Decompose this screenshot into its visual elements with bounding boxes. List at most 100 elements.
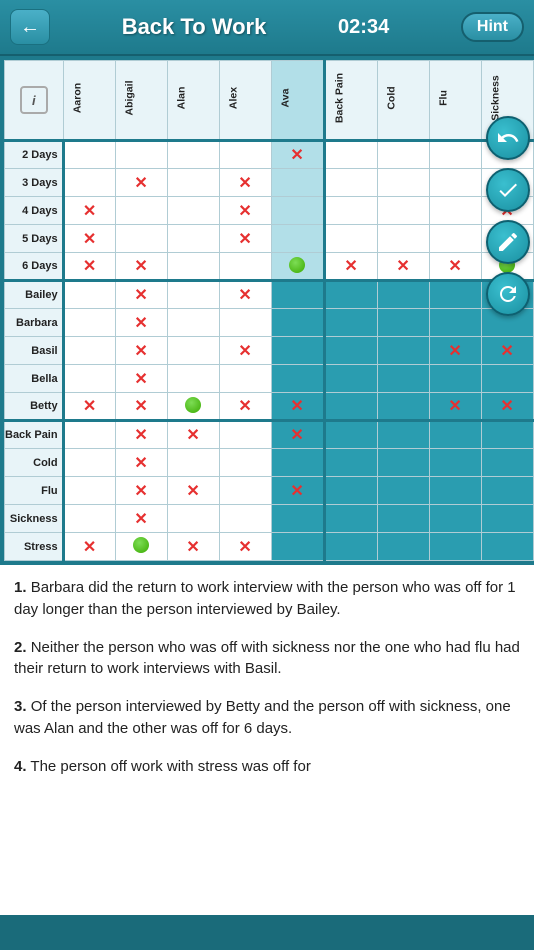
refresh-button[interactable] xyxy=(486,272,530,316)
cell-barbara-backpain[interactable] xyxy=(324,309,377,337)
cell-3days-alex[interactable]: ✕ xyxy=(219,169,271,197)
cell-bella-sickness[interactable] xyxy=(481,365,533,393)
cell-basil-aaron[interactable] xyxy=(63,337,115,365)
cell-bella-alex[interactable] xyxy=(219,365,271,393)
cell-bella-abigail[interactable]: ✕ xyxy=(115,365,167,393)
cell-6days-aaron[interactable]: ✕ xyxy=(63,253,115,281)
cell-bailey-flu[interactable] xyxy=(429,281,481,309)
cell-sickness-ava[interactable] xyxy=(271,505,324,533)
cell-flu-alex[interactable] xyxy=(219,477,271,505)
cell-3days-cold[interactable] xyxy=(377,169,429,197)
cell-4days-alex[interactable]: ✕ xyxy=(219,197,271,225)
cell-2days-alan[interactable] xyxy=(167,141,219,169)
cell-stress-backpain[interactable] xyxy=(324,533,377,561)
cell-bailey-cold[interactable] xyxy=(377,281,429,309)
cell-stress-abigail[interactable] xyxy=(115,533,167,561)
cell-cold-ava[interactable] xyxy=(271,449,324,477)
cell-betty-sickness[interactable]: ✕ xyxy=(481,393,533,421)
cell-backpain-cold[interactable] xyxy=(377,421,429,449)
cell-5days-cold[interactable] xyxy=(377,225,429,253)
cell-bailey-ava[interactable] xyxy=(271,281,324,309)
cell-basil-abigail[interactable]: ✕ xyxy=(115,337,167,365)
cell-5days-alan[interactable] xyxy=(167,225,219,253)
cell-5days-abigail[interactable] xyxy=(115,225,167,253)
cell-flu-sickness[interactable] xyxy=(481,477,533,505)
cell-bella-flu[interactable] xyxy=(429,365,481,393)
cell-5days-backpain[interactable] xyxy=(324,225,377,253)
cell-4days-aaron[interactable]: ✕ xyxy=(63,197,115,225)
cell-barbara-alan[interactable] xyxy=(167,309,219,337)
cell-basil-ava[interactable] xyxy=(271,337,324,365)
cell-cold-alex[interactable] xyxy=(219,449,271,477)
cell-backpain-abigail[interactable]: ✕ xyxy=(115,421,167,449)
cell-5days-alex[interactable]: ✕ xyxy=(219,225,271,253)
cell-sickness-alan[interactable] xyxy=(167,505,219,533)
cell-cold-aaron[interactable] xyxy=(63,449,115,477)
cell-barbara-ava[interactable] xyxy=(271,309,324,337)
cell-betty-ava[interactable]: ✕ xyxy=(271,393,324,421)
cell-6days-flu[interactable]: ✕ xyxy=(429,253,481,281)
cell-sickness-cold[interactable] xyxy=(377,505,429,533)
cell-5days-aaron[interactable]: ✕ xyxy=(63,225,115,253)
cell-4days-backpain[interactable] xyxy=(324,197,377,225)
cell-cold-cold[interactable] xyxy=(377,449,429,477)
cell-barbara-cold[interactable] xyxy=(377,309,429,337)
cell-6days-abigail[interactable]: ✕ xyxy=(115,253,167,281)
cell-2days-abigail[interactable] xyxy=(115,141,167,169)
cell-3days-abigail[interactable]: ✕ xyxy=(115,169,167,197)
cell-6days-alex[interactable] xyxy=(219,253,271,281)
cell-backpain-alan[interactable]: ✕ xyxy=(167,421,219,449)
cell-2days-alex[interactable] xyxy=(219,141,271,169)
cell-flu-aaron[interactable] xyxy=(63,477,115,505)
cell-basil-alex[interactable]: ✕ xyxy=(219,337,271,365)
undo-button[interactable] xyxy=(486,116,530,160)
cell-bailey-aaron[interactable] xyxy=(63,281,115,309)
cell-bailey-alan[interactable] xyxy=(167,281,219,309)
cell-bailey-backpain[interactable] xyxy=(324,281,377,309)
cell-basil-flu[interactable]: ✕ xyxy=(429,337,481,365)
cell-backpain-aaron[interactable] xyxy=(63,421,115,449)
cell-stress-alex[interactable]: ✕ xyxy=(219,533,271,561)
cell-2days-flu[interactable] xyxy=(429,141,481,169)
cell-barbara-abigail[interactable]: ✕ xyxy=(115,309,167,337)
cell-2days-backpain[interactable] xyxy=(324,141,377,169)
cell-flu-alan[interactable]: ✕ xyxy=(167,477,219,505)
cell-basil-backpain[interactable] xyxy=(324,337,377,365)
cell-bailey-alex[interactable]: ✕ xyxy=(219,281,271,309)
cell-2days-aaron[interactable] xyxy=(63,141,115,169)
cell-flu-cold[interactable] xyxy=(377,477,429,505)
back-button[interactable]: ← xyxy=(10,9,50,45)
cell-cold-alan[interactable] xyxy=(167,449,219,477)
hint-button[interactable]: Hint xyxy=(461,12,524,42)
cell-4days-flu[interactable] xyxy=(429,197,481,225)
cell-basil-sickness[interactable]: ✕ xyxy=(481,337,533,365)
cell-2days-cold[interactable] xyxy=(377,141,429,169)
cell-3days-backpain[interactable] xyxy=(324,169,377,197)
cell-4days-alan[interactable] xyxy=(167,197,219,225)
cell-betty-flu[interactable]: ✕ xyxy=(429,393,481,421)
cell-flu-abigail[interactable]: ✕ xyxy=(115,477,167,505)
cell-stress-ava[interactable] xyxy=(271,533,324,561)
cell-betty-alex[interactable]: ✕ xyxy=(219,393,271,421)
cell-sickness-backpain[interactable] xyxy=(324,505,377,533)
cell-backpain-flu[interactable] xyxy=(429,421,481,449)
cell-cold-backpain[interactable] xyxy=(324,449,377,477)
cell-barbara-alex[interactable] xyxy=(219,309,271,337)
cell-stress-flu[interactable] xyxy=(429,533,481,561)
cell-sickness-aaron[interactable] xyxy=(63,505,115,533)
cell-betty-alan[interactable] xyxy=(167,393,219,421)
cell-basil-cold[interactable] xyxy=(377,337,429,365)
cell-stress-aaron[interactable]: ✕ xyxy=(63,533,115,561)
cell-5days-ava[interactable] xyxy=(271,225,324,253)
cell-3days-flu[interactable] xyxy=(429,169,481,197)
cell-flu-ava[interactable]: ✕ xyxy=(271,477,324,505)
edit-button[interactable] xyxy=(486,220,530,264)
cell-backpain-ava[interactable]: ✕ xyxy=(271,421,324,449)
cell-backpain-sickness[interactable] xyxy=(481,421,533,449)
cell-backpain-alex[interactable] xyxy=(219,421,271,449)
cell-cold-sickness[interactable] xyxy=(481,449,533,477)
cell-3days-aaron[interactable] xyxy=(63,169,115,197)
cell-6days-cold[interactable]: ✕ xyxy=(377,253,429,281)
cell-bella-cold[interactable] xyxy=(377,365,429,393)
cell-bella-aaron[interactable] xyxy=(63,365,115,393)
